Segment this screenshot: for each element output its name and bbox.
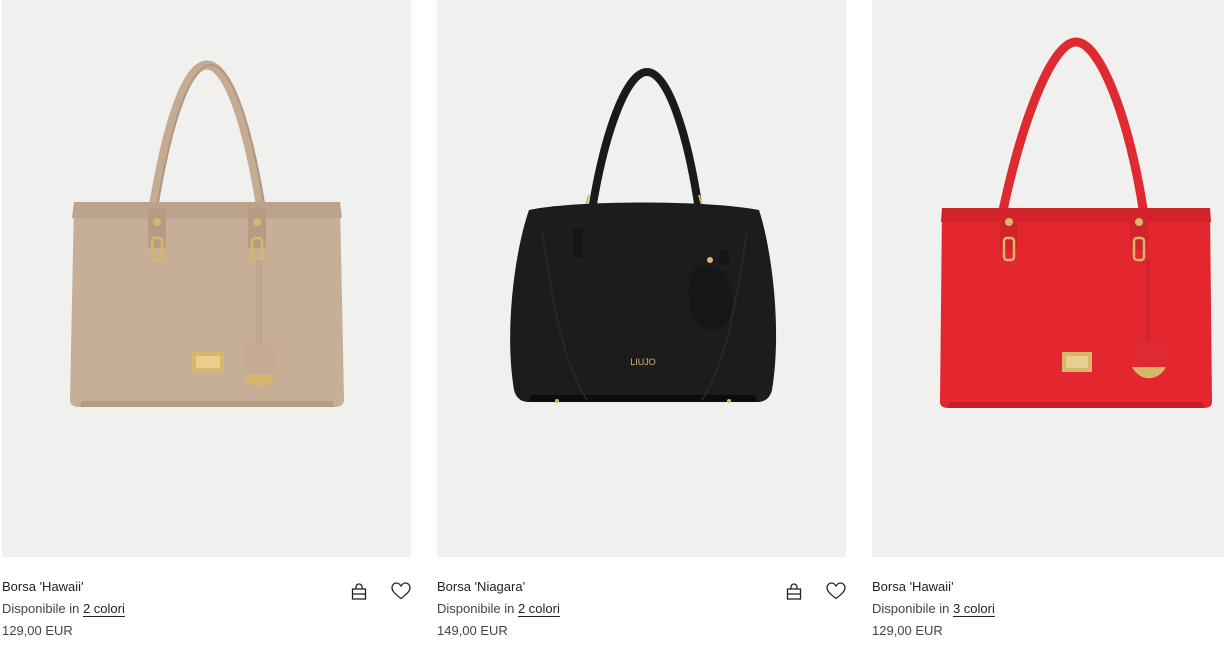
product-actions <box>784 581 846 601</box>
colors-link[interactable]: 2 colori <box>83 601 125 616</box>
heart-icon <box>391 582 411 600</box>
product-price: 129,00 EUR <box>872 623 943 638</box>
product-name[interactable]: Borsa 'Hawaii' <box>2 579 84 594</box>
bag-logo-text: LIUJO <box>630 357 656 367</box>
shopping-bag-icon <box>786 582 802 600</box>
product-card: Borsa 'Hawaii' Disponibile in 3 colori 1… <box>872 0 1224 653</box>
availability-text: Disponibile in 2 colori <box>2 601 125 616</box>
product-image[interactable]: LIUJO <box>437 0 846 557</box>
availability-text: Disponibile in 2 colori <box>437 601 560 616</box>
availability-text: Disponibile in 3 colori <box>872 601 995 616</box>
product-grid: Borsa 'Hawaii' Disponibile in 2 colori 1… <box>0 0 1224 653</box>
product-card: LIUJO Borsa 'Niagara' Disponibile in 2 c… <box>437 0 846 653</box>
beige-tote-bag-image <box>70 60 344 407</box>
product-actions <box>349 581 411 601</box>
shopping-bag-icon <box>351 582 367 600</box>
product-name[interactable]: Borsa 'Niagara' <box>437 579 525 594</box>
product-image[interactable] <box>872 0 1224 557</box>
add-to-bag-button[interactable] <box>349 581 369 601</box>
availability-prefix: Disponibile in <box>872 601 950 616</box>
heart-icon <box>826 582 846 600</box>
product-info: Borsa 'Niagara' Disponibile in 2 colori … <box>437 557 846 653</box>
product-info: Borsa 'Hawaii' Disponibile in 3 colori 1… <box>872 557 1224 653</box>
black-shoulder-bag-image: LIUJO <box>510 67 777 403</box>
colors-link[interactable]: 2 colori <box>518 601 560 616</box>
product-info: Borsa 'Hawaii' Disponibile in 2 colori 1… <box>2 557 411 653</box>
product-card: Borsa 'Hawaii' Disponibile in 2 colori 1… <box>2 0 411 653</box>
availability-prefix: Disponibile in <box>437 601 515 616</box>
product-image[interactable] <box>2 0 411 557</box>
wishlist-button[interactable] <box>391 581 411 601</box>
colors-link[interactable]: 3 colori <box>953 601 995 616</box>
wishlist-button[interactable] <box>826 581 846 601</box>
availability-prefix: Disponibile in <box>2 601 80 616</box>
add-to-bag-button[interactable] <box>784 581 804 601</box>
red-tote-bag-image <box>940 37 1212 408</box>
product-name[interactable]: Borsa 'Hawaii' <box>872 579 954 594</box>
product-price: 129,00 EUR <box>2 623 73 638</box>
product-price: 149,00 EUR <box>437 623 508 638</box>
